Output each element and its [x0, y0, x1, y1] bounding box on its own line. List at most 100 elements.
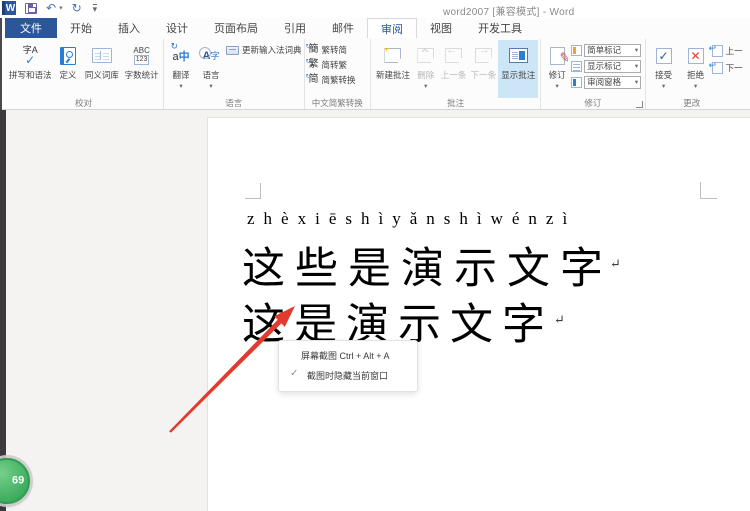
traditional-to-simplified-button[interactable]: ↻ 簡 繁转简 [305, 43, 356, 57]
translate-label: 翻译 [172, 70, 190, 80]
tab-references[interactable]: 引用 [271, 18, 319, 38]
delete-dropdown-icon: ▾ [424, 83, 428, 90]
next-comment-icon: → [474, 48, 492, 63]
previous-comment-icon: ← [445, 48, 463, 63]
spelling-grammar-label: 拼写和语法 [8, 70, 52, 80]
spelling-grammar-button[interactable]: 字A ✓ 拼写和语法 [6, 40, 54, 98]
screenshot-tooltip: 屏幕截图 Ctrl + Alt + A ✓ 截图时隐藏当前窗口 [278, 340, 418, 392]
screenshot-shortcut-label[interactable]: 屏幕截图 Ctrl + Alt + A [301, 349, 390, 362]
reject-label: 拒绝 [687, 70, 705, 80]
paragraph-mark-2: ↵ [554, 312, 565, 327]
new-comment-label: 新建批注 [375, 70, 410, 80]
reviewing-pane-control[interactable]: 审阅窗格 ▾ [571, 75, 642, 89]
word-count-label: 字数统计 [124, 70, 159, 80]
customize-qat-icon[interactable]: ▾ [92, 3, 98, 13]
reject-button[interactable]: ✕ 拒绝 ▾ [680, 40, 712, 98]
reject-dropdown-icon: ▾ [693, 83, 698, 90]
update-ime-dictionary-button[interactable]: 更新输入法词典 [226, 43, 302, 57]
group-label-comments: 批注 [447, 98, 465, 108]
ime-dictionary-icon [226, 45, 239, 55]
display-for-review-control[interactable]: 简单标记 ▾ [571, 43, 642, 57]
define-icon [60, 46, 76, 65]
word-window: W ↶ ▾ ↻ ▾ word2007 [兼容模式] - Word 文件 开始 插… [0, 0, 750, 511]
undo-icon[interactable]: ↶ [46, 2, 56, 14]
document-text-line-1[interactable]: 这些是演示文字 [242, 234, 613, 296]
group-changes: ✓ 接受 ▾ ✕ 拒绝 ▾ 上一 下一 更改 [646, 39, 750, 109]
reviewing-pane-value: 审阅窗格 [587, 77, 622, 87]
group-chinese-conversion: ↻ 簡 繁转简 ↻ 繁 简转繁 ↻ 简 简繁转换 中文简繁转换 [305, 39, 372, 109]
tab-file[interactable]: 文件 [5, 18, 57, 38]
checkmark-icon: ✓ [290, 368, 299, 379]
accept-button[interactable]: ✓ 接受 ▾ [648, 40, 680, 98]
next-comment-button[interactable]: → 下一条 [469, 40, 499, 98]
simple-markup-value: 简单标记 [587, 45, 622, 55]
recorder-badge[interactable]: 69 [0, 458, 30, 504]
save-icon[interactable] [25, 2, 37, 14]
group-label-language: 语言 [225, 98, 243, 108]
thesaurus-icon [91, 48, 112, 63]
group-tracking: ✎ 修订 ▾ 简单标记 ▾ 显示标记 ▾ 审阅窗格 ▾ 修订 [541, 39, 646, 109]
convert-button[interactable]: ↻ 简 简繁转换 [305, 73, 356, 87]
title-bar: W ↶ ▾ ↻ ▾ word2007 [兼容模式] - Word [0, 0, 750, 18]
tab-developer[interactable]: 开发工具 [465, 18, 535, 38]
convert-label: 简繁转换 [321, 75, 356, 85]
language-label: 语言 [202, 70, 220, 80]
group-label-changes: 更改 [683, 98, 701, 108]
group-label-proofing: 校对 [74, 98, 92, 108]
simple-markup-dropdown-icon: ▾ [634, 47, 639, 54]
translate-icon: ↻ a中 [170, 40, 190, 63]
reviewing-pane-icon [571, 76, 583, 88]
hide-window-option[interactable]: 截图时隐藏当前窗口 [307, 369, 388, 382]
group-label-conversion: 中文简繁转换 [311, 98, 363, 108]
word-count-button[interactable]: ABC 123 字数统计 [122, 40, 161, 98]
simp-to-trad-icon: ↻ 繁 [305, 59, 319, 70]
trad-to-simp-icon: ↻ 簡 [305, 44, 319, 55]
group-comments: ✳ 新建批注 ✕ 删除 ▾ ← 上一条 → 下一条 显示批注 批注 [371, 39, 542, 109]
show-markup-control[interactable]: 显示标记 ▾ [571, 59, 642, 73]
tab-page-layout[interactable]: 页面布局 [201, 18, 271, 38]
recorder-badge-count: 69 [12, 474, 25, 487]
margin-corner-top-left [245, 183, 261, 199]
show-markup-value: 显示标记 [587, 61, 622, 71]
show-markup-dropdown-icon: ▾ [634, 63, 639, 70]
simple-markup-icon [571, 44, 583, 56]
word-count-icon: ABC 123 [133, 45, 150, 65]
thesaurus-button[interactable]: 同义词库 [82, 40, 123, 98]
next-change-label: 下一 [725, 63, 743, 73]
simplified-to-traditional-button[interactable]: ↻ 繁 简转繁 [305, 58, 356, 72]
tab-home[interactable]: 开始 [57, 18, 105, 38]
window-title: word2007 [兼容模式] - Word [443, 7, 575, 18]
tab-mailings[interactable]: 邮件 [319, 18, 367, 38]
define-button[interactable]: 定义 [54, 40, 81, 98]
tab-view[interactable]: 视图 [417, 18, 465, 38]
track-changes-button[interactable]: ✎ 修订 ▾ [543, 40, 571, 98]
tab-design[interactable]: 设计 [153, 18, 201, 38]
previous-change-button[interactable]: 上一 [709, 43, 743, 58]
show-comments-button[interactable]: 显示批注 [498, 40, 539, 98]
track-changes-icon: ✎ [549, 46, 571, 65]
update-ime-label: 更新输入法词典 [242, 45, 302, 55]
delete-comment-button[interactable]: ✕ 删除 ▾ [413, 40, 439, 98]
tab-review[interactable]: 审阅 [367, 18, 417, 38]
define-label: 定义 [59, 70, 77, 80]
accept-dropdown-icon: ▾ [661, 83, 666, 90]
language-button[interactable]: A字 语言 ▾ [196, 40, 226, 98]
tab-insert[interactable]: 插入 [105, 18, 153, 38]
new-comment-icon: ✳ [384, 48, 402, 63]
group-proofing: 字A ✓ 拼写和语法 定义 同义词库 ABC 123 字数统计 校对 [4, 39, 164, 109]
accept-label: 接受 [655, 70, 673, 80]
next-change-button[interactable]: 下一 [709, 60, 743, 75]
language-dropdown-icon: ▾ [209, 83, 213, 90]
redo-icon[interactable]: ↻ [72, 2, 82, 14]
simp-to-trad-label: 简转繁 [321, 60, 348, 70]
translate-button[interactable]: ↻ a中 翻译 ▾ [166, 40, 196, 98]
margin-corner-top-right [700, 182, 717, 199]
convert-icon: ↻ 简 [305, 74, 319, 85]
group-language: ↻ a中 翻译 ▾ A字 语言 ▾ 更新输入法词典 语言 [164, 39, 305, 109]
ribbon-tab-bar: 文件 开始 插入 设计 页面布局 引用 邮件 审阅 视图 开发工具 [0, 18, 750, 38]
delete-comment-icon: ✕ [417, 48, 435, 63]
undo-dropdown-icon[interactable]: ▾ [59, 4, 63, 12]
paragraph-mark-1: ↵ [610, 256, 621, 271]
previous-comment-button[interactable]: ← 上一条 [439, 40, 469, 98]
new-comment-button[interactable]: ✳ 新建批注 [373, 40, 413, 98]
